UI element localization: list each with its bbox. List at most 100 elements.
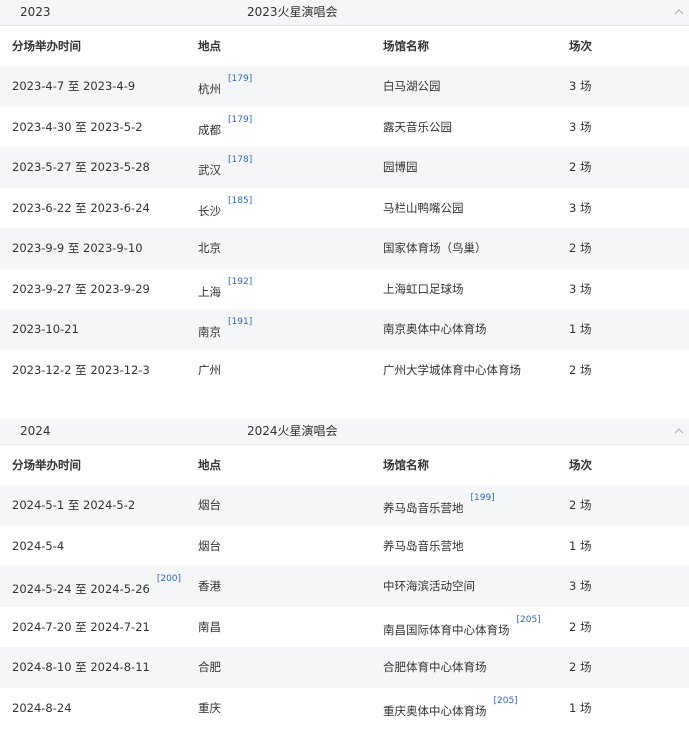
venue-cell: 南昌国际体育中心体育场 [205] bbox=[383, 607, 541, 650]
table-row: 2024-7-20 至 2024-7-21 南昌 南昌国际体育中心体育场[205… bbox=[0, 607, 689, 648]
city-cell: 武汉 [178] bbox=[198, 147, 252, 190]
city-cell: 上海 [192] bbox=[198, 269, 252, 312]
venue-cell: 上海虹口足球场 bbox=[383, 269, 464, 309]
venue-cell: 合肥体育中心体育场 bbox=[383, 647, 487, 687]
table-header-row: 分场举办时间 地点 场馆名称 场次 bbox=[0, 26, 689, 66]
column-header-shows: 场次 bbox=[569, 26, 592, 66]
citation-link[interactable]: [179] bbox=[228, 74, 252, 84]
section-year: 2024 bbox=[20, 419, 51, 444]
column-header-venue: 场馆名称 bbox=[383, 445, 429, 485]
venue-cell: 中环海滨活动空间 bbox=[383, 566, 475, 606]
venue-text: 南昌国际体育中心体育场 bbox=[383, 622, 510, 636]
city-text: 武汉 bbox=[198, 163, 221, 177]
shows-cell: 3 场 bbox=[569, 566, 591, 606]
citation-link[interactable]: [192] bbox=[228, 277, 252, 287]
shows-cell: 2 场 bbox=[569, 647, 591, 687]
venue-cell: 白马湖公园 bbox=[383, 66, 441, 106]
table-row: 2024-8-24 重庆 重庆奥体中心体育场 [205] 1 场 bbox=[0, 688, 689, 729]
city-cell: 广州 bbox=[198, 350, 221, 390]
shows-cell: 1 场 bbox=[569, 309, 591, 349]
section-year: 2023 bbox=[20, 0, 51, 25]
citation-link[interactable]: [200] bbox=[157, 574, 181, 584]
venue-cell: 国家体育场（鸟巢） bbox=[383, 228, 487, 268]
table-row: 2024-5-4 烟台 养马岛音乐营地 1 场 bbox=[0, 526, 689, 567]
venue-cell: 马栏山鸭嘴公园 bbox=[383, 188, 464, 228]
table-row: 2023-12-2 至 2023-12-3 广州 广州大学城体育中心体育场 2 … bbox=[0, 350, 689, 391]
table-row: 2023-6-22 至 2023-6-24 长沙 [185] 马栏山鸭嘴公园 3 … bbox=[0, 188, 689, 229]
table-row: 2023-9-27 至 2023-9-29 上海 [192] 上海虹口足球场 3 … bbox=[0, 269, 689, 310]
table-header-row: 分场举办时间 地点 场馆名称 场次 bbox=[0, 445, 689, 485]
venue-cell: 养马岛音乐营地 [199] bbox=[383, 485, 495, 528]
chevron-up-icon[interactable] bbox=[673, 425, 685, 437]
shows-cell: 1 场 bbox=[569, 688, 591, 728]
city-cell: 长沙 [185] bbox=[198, 188, 252, 231]
citation-link[interactable]: [179] bbox=[228, 115, 252, 125]
date-cell: 2023-12-2 至 2023-12-3 bbox=[12, 350, 150, 390]
date-cell: 2024-5-4 bbox=[12, 526, 64, 566]
table-row: 2023-5-27 至 2023-5-28 武汉[178] 园博园 2 场 bbox=[0, 147, 689, 188]
venue-cell: 露天音乐公园 bbox=[383, 107, 452, 147]
column-header-date: 分场举办时间 bbox=[12, 26, 81, 66]
table-row: 2024-5-1 至 2024-5-2 烟台 养马岛音乐营地 [199] 2 场 bbox=[0, 485, 689, 526]
table-row: 2024-8-10 至 2024-8-11 合肥 合肥体育中心体育场 2 场 bbox=[0, 647, 689, 688]
citation-link[interactable]: [178] bbox=[228, 155, 252, 165]
section-title: 2024火星演唱会 bbox=[247, 419, 338, 444]
date-cell: 2023-6-22 至 2023-6-24 bbox=[12, 188, 150, 228]
venue-cell: 养马岛音乐营地 bbox=[383, 526, 464, 566]
venue-text: 重庆奥体中心体育场 bbox=[383, 703, 487, 717]
table-row: 2023-4-7 至 2023-4-9 杭州 [179] 白马湖公园 3 场 bbox=[0, 66, 689, 107]
city-text: 杭州 bbox=[198, 82, 221, 96]
city-cell: 香港 bbox=[198, 566, 221, 606]
date-cell: 2023-9-27 至 2023-9-29 bbox=[12, 269, 150, 309]
city-cell: 合肥 bbox=[198, 647, 221, 687]
venue-cell: 广州大学城体育中心体育场 bbox=[383, 350, 521, 390]
shows-cell: 3 场 bbox=[569, 66, 591, 106]
column-header-shows: 场次 bbox=[569, 445, 592, 485]
citation-link[interactable]: [205] bbox=[494, 696, 518, 706]
shows-cell: 2 场 bbox=[569, 147, 591, 187]
citation-link[interactable]: [199] bbox=[471, 493, 495, 503]
city-text: 上海 bbox=[198, 284, 221, 298]
date-cell: 2024-8-24 bbox=[12, 688, 72, 728]
city-cell: 烟台 bbox=[198, 526, 221, 566]
city-cell: 烟台 bbox=[198, 485, 221, 525]
shows-cell: 3 场 bbox=[569, 269, 591, 309]
section-header-2024[interactable]: 2024 2024火星演唱会 bbox=[0, 419, 689, 445]
venue-text: 养马岛音乐营地 bbox=[383, 501, 464, 515]
table-row: 2023-10-21 南京[191] 南京奥体中心体育场 1 场 bbox=[0, 309, 689, 350]
city-cell: 重庆 bbox=[198, 688, 221, 728]
chevron-up-icon[interactable] bbox=[673, 6, 685, 18]
date-text: 2024-5-24 至 2024-5-26 bbox=[12, 582, 150, 596]
date-cell: 2023-4-30 至 2023-5-2 bbox=[12, 107, 143, 147]
city-text: 南京 bbox=[198, 325, 221, 339]
shows-cell: 2 场 bbox=[569, 350, 591, 390]
city-cell: 杭州 [179] bbox=[198, 66, 252, 109]
column-header-city: 地点 bbox=[198, 445, 221, 485]
city-cell: 南京 [191] bbox=[198, 309, 252, 352]
shows-cell: 3 场 bbox=[569, 188, 591, 228]
shows-cell: 2 场 bbox=[569, 228, 591, 268]
venue-cell: 园博园 bbox=[383, 147, 418, 187]
city-cell: 北京 bbox=[198, 228, 221, 268]
date-cell: 2024-5-1 至 2024-5-2 bbox=[12, 485, 135, 525]
city-text: 成都 bbox=[198, 122, 221, 136]
citation-link[interactable]: [191] bbox=[228, 317, 252, 327]
column-header-city: 地点 bbox=[198, 26, 221, 66]
citation-link[interactable]: [205] bbox=[517, 615, 541, 625]
city-cell: 成都 [179] bbox=[198, 107, 252, 150]
table-row: 2024-5-24 至 2024-5-26 [200] 香港 中环海滨活动空间 3… bbox=[0, 566, 689, 607]
table-row: 2023-9-9 至 2023-9-10 北京 国家体育场（鸟巢） 2 场 bbox=[0, 228, 689, 269]
table-row: 2023-4-30 至 2023-5-2 成都[179] 露天音乐公园 3 场 bbox=[0, 107, 689, 148]
section-header-2023[interactable]: 2023 2023火星演唱会 bbox=[0, 0, 689, 26]
column-header-venue: 场馆名称 bbox=[383, 26, 429, 66]
city-text: 长沙 bbox=[198, 203, 221, 217]
column-header-date: 分场举办时间 bbox=[12, 445, 81, 485]
date-cell: 2023-9-9 至 2023-9-10 bbox=[12, 228, 143, 268]
shows-cell: 1 场 bbox=[569, 526, 591, 566]
shows-cell: 2 场 bbox=[569, 485, 591, 525]
date-cell: 2023-10-21 bbox=[12, 309, 79, 349]
citation-link[interactable]: [185] bbox=[228, 196, 252, 206]
date-cell: 2024-5-24 至 2024-5-26 [200] bbox=[12, 566, 181, 609]
date-cell: 2024-7-20 至 2024-7-21 bbox=[12, 607, 150, 647]
date-cell: 2023-4-7 至 2023-4-9 bbox=[12, 66, 135, 106]
